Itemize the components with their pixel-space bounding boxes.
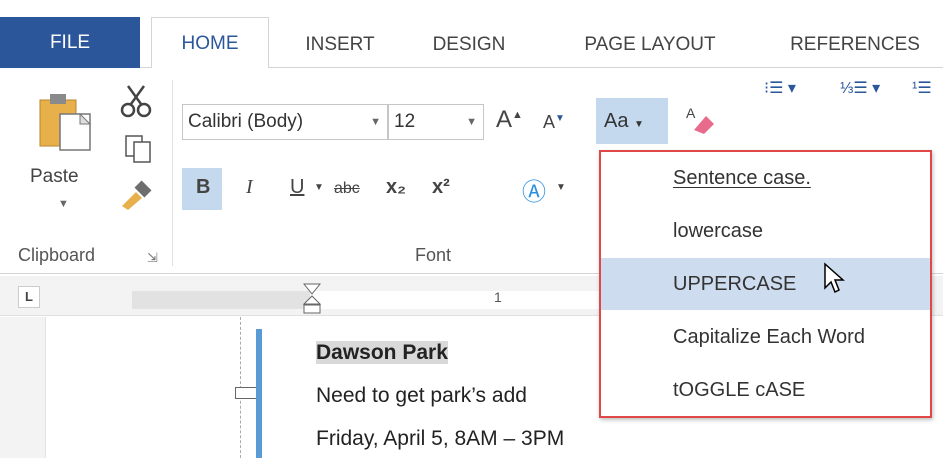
doc-line-1[interactable]: Dawson Park [316, 341, 448, 365]
bullets-icon[interactable]: ⁝☰ ▾ [764, 78, 796, 98]
multilevel-list-icon[interactable]: ¹☰ [912, 78, 932, 98]
cut-icon[interactable] [118, 84, 154, 123]
menu-item-sentence-case[interactable]: Sentence case. [601, 152, 930, 204]
superscript-button[interactable]: x² [432, 176, 450, 199]
tab-references[interactable]: REFERENCES [770, 22, 940, 68]
text-effects-dropdown-icon[interactable]: ▼ [556, 182, 566, 193]
format-painter-icon[interactable] [118, 180, 154, 215]
menu-item-capitalize-each-word[interactable]: Capitalize Each Word [601, 311, 930, 363]
copy-icon[interactable] [124, 134, 152, 169]
chevron-down-icon: ▼ [466, 116, 477, 128]
tab-design[interactable]: DESIGN [410, 22, 528, 68]
mouse-pointer-icon [823, 262, 847, 301]
change-case-label: Aa [604, 110, 629, 132]
tab-file[interactable]: FILE [0, 17, 140, 68]
change-case-button[interactable]: Aa ▼ [596, 98, 668, 144]
font-size-select[interactable]: 12 ▼ [388, 104, 484, 140]
chevron-down-icon: ▼ [634, 119, 644, 130]
font-family-value: Calibri (Body) [188, 111, 304, 132]
selection-bar [256, 329, 262, 458]
clipboard-launcher-icon[interactable]: ⇲ [147, 250, 158, 266]
font-group-label: Font [415, 245, 452, 265]
menu-item-lowercase[interactable]: lowercase [601, 205, 930, 257]
ruler-mark: 1 [494, 289, 502, 305]
menu-item-toggle-case[interactable]: tOGGLE cASE [601, 364, 930, 416]
shrink-font-icon[interactable]: A▼ [543, 112, 565, 133]
underline-button[interactable]: U [290, 176, 304, 199]
svg-text:A: A [686, 105, 696, 121]
bold-button[interactable]: B [196, 176, 210, 199]
font-size-value: 12 [394, 111, 416, 132]
font-family-select[interactable]: Calibri (Body) ▼ [182, 104, 388, 140]
clipboard-group-label: Clipboard [18, 245, 96, 265]
paste-dropdown-icon[interactable]: ▼ [58, 198, 69, 210]
text-effects-icon[interactable]: Ⓐ [522, 172, 546, 207]
underline-dropdown-icon[interactable]: ▼ [314, 182, 324, 193]
doc-line-3[interactable]: Friday, April 5, 8AM – 3PM [316, 427, 564, 451]
italic-button[interactable]: I [246, 176, 253, 199]
numbering-icon[interactable]: ⅓☰ ▾ [840, 78, 880, 98]
grow-font-icon[interactable]: A▲ [496, 106, 523, 134]
paste-button[interactable]: Paste [30, 166, 79, 188]
ruler-margin [132, 291, 310, 309]
tab-insert[interactable]: INSERT [290, 22, 390, 68]
paste-icon[interactable] [38, 90, 94, 154]
chevron-down-icon: ▼ [370, 116, 381, 128]
subscript-button[interactable]: x₂ [386, 176, 406, 199]
strikethrough-button[interactable]: abc [334, 180, 360, 198]
indent-marker-icon[interactable] [302, 282, 322, 319]
doc-line-2[interactable]: Need to get park’s add [316, 384, 527, 408]
ribbon-tab-bar: FILE HOME INSERT DESIGN PAGE LAYOUT REFE… [0, 0, 943, 69]
group-divider [172, 80, 173, 266]
menu-item-uppercase[interactable]: UPPERCASE [601, 258, 930, 310]
tab-home[interactable]: HOME [151, 17, 269, 69]
vertical-ruler [0, 317, 46, 458]
tab-selector[interactable]: L [18, 286, 40, 308]
tab-page-layout[interactable]: PAGE LAYOUT [550, 22, 750, 68]
change-case-menu: Sentence case. lowercase UPPERCASE Capit… [599, 150, 932, 418]
clear-formatting-icon[interactable]: A [686, 104, 716, 141]
